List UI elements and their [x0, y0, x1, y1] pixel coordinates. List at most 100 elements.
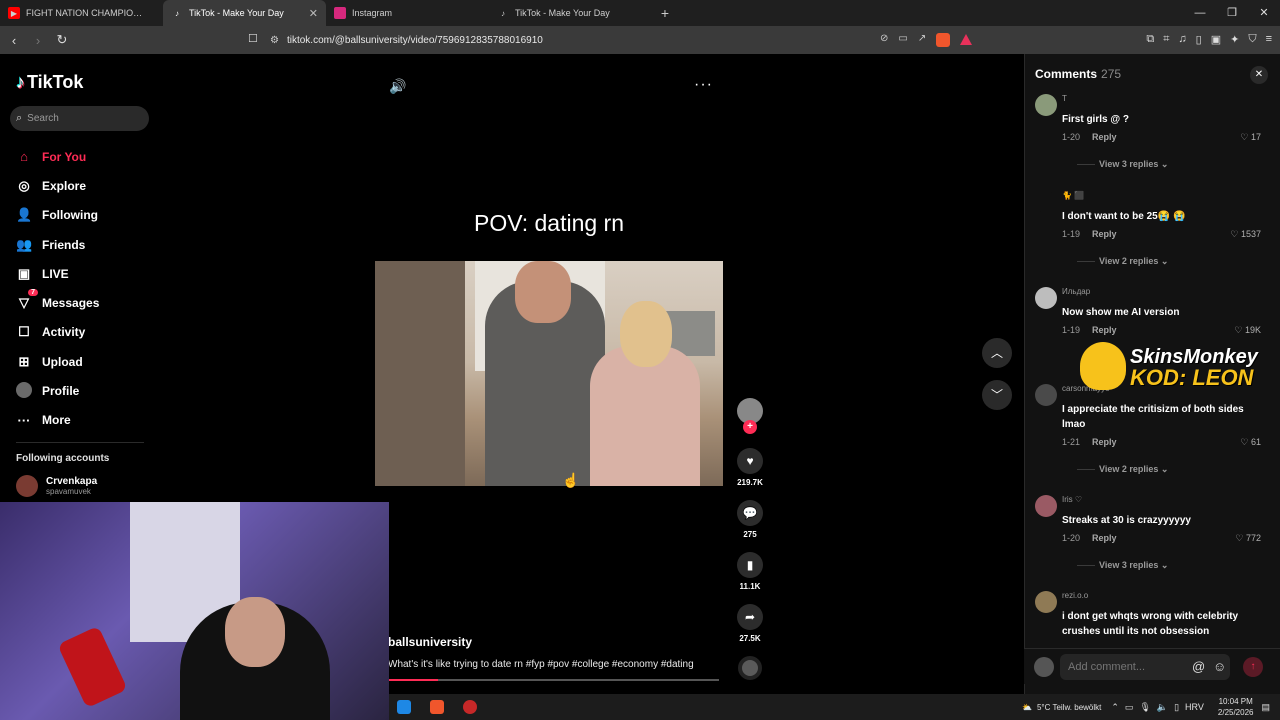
reload-icon[interactable]: ↻	[52, 32, 72, 48]
menu-icon[interactable]: ≡	[1266, 33, 1272, 46]
comment-like-button[interactable]: ♡ 17	[1240, 132, 1261, 143]
reply-button[interactable]: Reply	[1092, 229, 1117, 239]
send-button[interactable]: ↑	[1243, 657, 1263, 677]
comment-like-button[interactable]: ♡ 61	[1240, 437, 1261, 448]
nav-live[interactable]: ▣ LIVE	[16, 259, 99, 288]
following-account-item[interactable]: Crvenkapa spavamuvek	[16, 475, 97, 497]
avatar[interactable]	[1035, 191, 1057, 213]
sidebar-icon[interactable]: ▯	[1196, 33, 1202, 46]
view-replies-button[interactable]: View 3 replies ⌄	[1077, 560, 1168, 571]
network-icon[interactable]: ▭	[1125, 702, 1134, 713]
language-indicator[interactable]: HRV	[1185, 702, 1204, 712]
screenshot-icon[interactable]: ⌗	[1163, 33, 1169, 46]
video-more-icon[interactable]: ···	[694, 76, 713, 94]
reply-button[interactable]: Reply	[1092, 132, 1117, 142]
nav-friends[interactable]: 👥 Friends	[16, 230, 99, 259]
home-icon: ⌂	[20, 149, 28, 165]
brave-shields-icon[interactable]	[936, 33, 951, 47]
brave-rewards-icon[interactable]	[960, 34, 973, 45]
close-tab-icon[interactable]: ✕	[309, 7, 318, 20]
brave-app-icon[interactable]	[430, 700, 444, 714]
comment-icon: 💬	[737, 500, 763, 526]
nav-upload[interactable]: ⊞ Upload	[16, 347, 99, 376]
volume-icon[interactable]: 🔊	[389, 78, 406, 95]
wallet-icon[interactable]: ▣	[1211, 33, 1221, 46]
video-caption: What's it's like trying to date rn #fyp …	[388, 659, 694, 670]
monkey-logo-icon	[1080, 342, 1126, 390]
tab-tiktok-2[interactable]: ♪ TikTok - Make Your Day	[489, 0, 652, 26]
emoji-icon[interactable]: ☺	[1213, 659, 1226, 674]
previous-video-button[interactable]: ︿	[982, 338, 1012, 368]
clock[interactable]: 10:04 PM 2/25/2026	[1218, 696, 1254, 718]
vpn-icon[interactable]: ⛉	[1248, 33, 1256, 46]
avatar[interactable]	[1035, 384, 1057, 406]
friends-icon: 👥	[16, 236, 33, 252]
reply-button[interactable]: Reply	[1092, 437, 1117, 447]
like-button[interactable]: ♥ 219.7K	[735, 448, 765, 487]
reply-button[interactable]: Reply	[1092, 325, 1117, 335]
media-icon[interactable]: ▭	[898, 33, 907, 47]
music-icon[interactable]: ♫	[1178, 33, 1186, 46]
share-arrow-icon: ➦	[737, 604, 763, 630]
view-replies-button[interactable]: View 3 replies ⌄	[1077, 159, 1168, 170]
tiktok-logo[interactable]: ♪ TikTok	[16, 72, 83, 93]
avatar[interactable]	[1035, 591, 1057, 613]
music-disc-button[interactable]	[735, 656, 765, 680]
follow-plus-icon[interactable]: +	[743, 420, 757, 434]
tab-tiktok-active[interactable]: ♪ TikTok - Make Your Day ✕	[163, 0, 326, 26]
volume-tray-icon[interactable]: 🔈	[1157, 702, 1168, 713]
nav-explore[interactable]: ◎ Explore	[16, 171, 99, 200]
close-window-icon[interactable]: ✕	[1248, 0, 1280, 26]
comment-like-button[interactable]: ♡ 772	[1235, 533, 1261, 544]
video-player[interactable]	[375, 261, 723, 486]
nav-profile[interactable]: Profile	[16, 376, 99, 405]
comment-like-button[interactable]: ♡ 1537	[1230, 229, 1261, 240]
next-video-button[interactable]: ﹀	[982, 380, 1012, 410]
avatar	[16, 475, 38, 497]
back-icon[interactable]: ‹	[4, 33, 24, 48]
view-replies-button[interactable]: View 2 replies ⌄	[1077, 464, 1168, 475]
comment-like-button[interactable]: ♡ 19K	[1234, 325, 1261, 336]
new-tab-button[interactable]: +	[652, 5, 678, 21]
upload-icon: ⊞	[18, 353, 30, 369]
restore-icon[interactable]: ❐	[1216, 0, 1248, 26]
instagram-icon	[334, 7, 346, 19]
app-red-icon[interactable]	[463, 700, 477, 714]
video-author[interactable]: ballsuniversity	[388, 635, 472, 649]
nav-activity[interactable]: ☐ Activity	[16, 318, 99, 347]
tab-instagram[interactable]: Instagram	[326, 0, 489, 26]
comment-button[interactable]: 💬 275	[735, 500, 765, 539]
video-progress-bar[interactable]	[388, 679, 719, 681]
weather-widget[interactable]: ⛅ 5°C Teilw. bewölkt	[1022, 703, 1101, 712]
view-replies-button[interactable]: View 2 replies ⌄	[1077, 256, 1168, 267]
video-progress-fill	[388, 679, 438, 681]
save-button[interactable]: ▮ 11.1K	[735, 552, 765, 591]
microphone-icon[interactable]: 🎙	[1139, 702, 1150, 713]
nav-following[interactable]: 👤 Following	[16, 201, 99, 230]
battery-icon[interactable]: ▯	[1174, 702, 1179, 713]
share-button[interactable]: ➦ 27.5K	[735, 604, 765, 643]
chevron-up-icon[interactable]: ⌃	[1111, 702, 1119, 713]
tracking-icon[interactable]: ⊘	[880, 33, 888, 47]
minimize-icon[interactable]: —	[1184, 0, 1216, 26]
leo-icon[interactable]: ✦	[1230, 33, 1239, 46]
nav-more[interactable]: ··· More	[16, 406, 99, 435]
share-icon[interactable]: ↗	[918, 33, 926, 47]
close-comments-icon[interactable]: ✕	[1250, 66, 1268, 84]
bookmark-icon[interactable]: ☐	[248, 32, 258, 45]
avatar[interactable]	[1035, 495, 1057, 517]
site-info-icon[interactable]: ⚙	[270, 35, 279, 46]
nav-messages[interactable]: ▽ 7 Messages	[16, 288, 99, 317]
forward-icon[interactable]: ›	[28, 33, 48, 48]
avatar[interactable]	[1035, 287, 1057, 309]
creator-avatar-button[interactable]: +	[735, 398, 765, 434]
search-input[interactable]: ⌕ Search	[10, 106, 149, 131]
mention-icon[interactable]: @	[1192, 659, 1205, 674]
extensions-icon[interactable]: ⧉	[1146, 33, 1154, 46]
nav-for-you[interactable]: ⌂ For You	[16, 142, 99, 171]
reply-button[interactable]: Reply	[1092, 533, 1117, 543]
tab-fight-nation[interactable]: ▶ FIGHT NATION CHAMPIONSHIP - FN	[0, 0, 163, 26]
avatar[interactable]	[1035, 94, 1057, 116]
notification-icon[interactable]: ▤	[1261, 702, 1270, 713]
outlook-icon[interactable]	[397, 700, 411, 714]
